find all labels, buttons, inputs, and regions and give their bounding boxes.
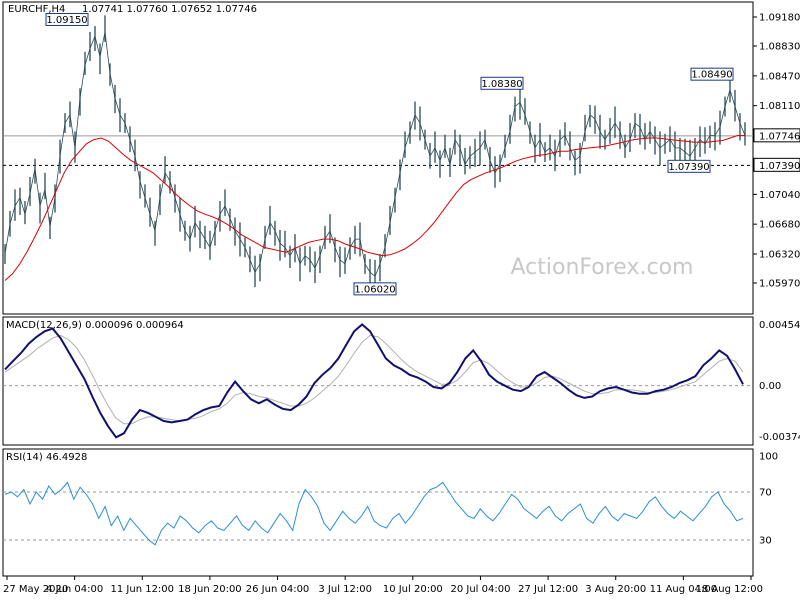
price-axis-tick-label: 1.08830 <box>759 42 800 53</box>
level-annotation-label: 1.09150 <box>46 15 87 26</box>
time-axis-tick-label: 11 Jun 12:00 <box>111 584 175 595</box>
time-axis-tick-label: 18 Aug 12:00 <box>696 584 763 595</box>
support-price-label: 1.07390 <box>759 161 800 172</box>
ohlc-header: 1.07741 1.07760 1.07652 1.07746 <box>82 4 257 15</box>
macd-axis-tick-label: -0.003745 <box>759 432 800 443</box>
macd-label: MACD(12,26,9) 0.000096 0.000964 <box>6 320 184 331</box>
chart-root: ActionForex.com EURCHF,H4 1.07741 1.0776… <box>0 0 800 600</box>
time-axis-tick-label: 3 Aug 20:00 <box>585 584 646 595</box>
level-annotation-label: 1.07390 <box>668 162 709 173</box>
watermark: ActionForex.com <box>511 255 694 280</box>
price-axis-tick-label: 1.09180 <box>759 13 800 24</box>
price-axis-tick-label: 1.08110 <box>759 101 800 112</box>
time-axis-tick-label: 4 Jun 04:00 <box>46 584 103 595</box>
rsi-label: RSI(14) 46.4928 <box>6 452 87 463</box>
time-axis-tick-label: 3 Jul 12:00 <box>318 584 372 595</box>
time-axis-tick-label: 27 Jul 12:00 <box>518 584 578 595</box>
current-price-label: 1.07746 <box>759 131 800 142</box>
price-axis-tick-label: 1.06680 <box>759 220 800 231</box>
time-axis-tick-label: 26 Jun 04:00 <box>246 584 310 595</box>
rsi-axis-tick-label: 100 <box>759 452 778 463</box>
macd-axis-tick-label: 0.00 <box>759 381 781 392</box>
price-axis-tick-label: 1.07040 <box>759 190 800 201</box>
time-axis-tick-label: 18 Jun 20:00 <box>178 584 242 595</box>
price-axis-tick-label: 1.06320 <box>759 249 800 260</box>
level-annotation-label: 1.06020 <box>354 284 395 295</box>
rsi-axis-tick-label: 70 <box>759 488 772 499</box>
price-axis-tick-label: 1.08470 <box>759 71 800 82</box>
rsi-axis-tick-label: 30 <box>759 536 772 547</box>
macd-axis-tick-label: 0.00454 <box>759 320 800 331</box>
level-annotation-label: 1.08490 <box>691 70 732 81</box>
level-annotation-label: 1.08380 <box>481 79 522 90</box>
price-axis-tick-label: 1.05970 <box>759 279 800 290</box>
time-axis-tick-label: 10 Jul 20:00 <box>383 584 443 595</box>
time-axis-tick-label: 20 Jul 04:00 <box>450 584 510 595</box>
background <box>0 0 800 600</box>
